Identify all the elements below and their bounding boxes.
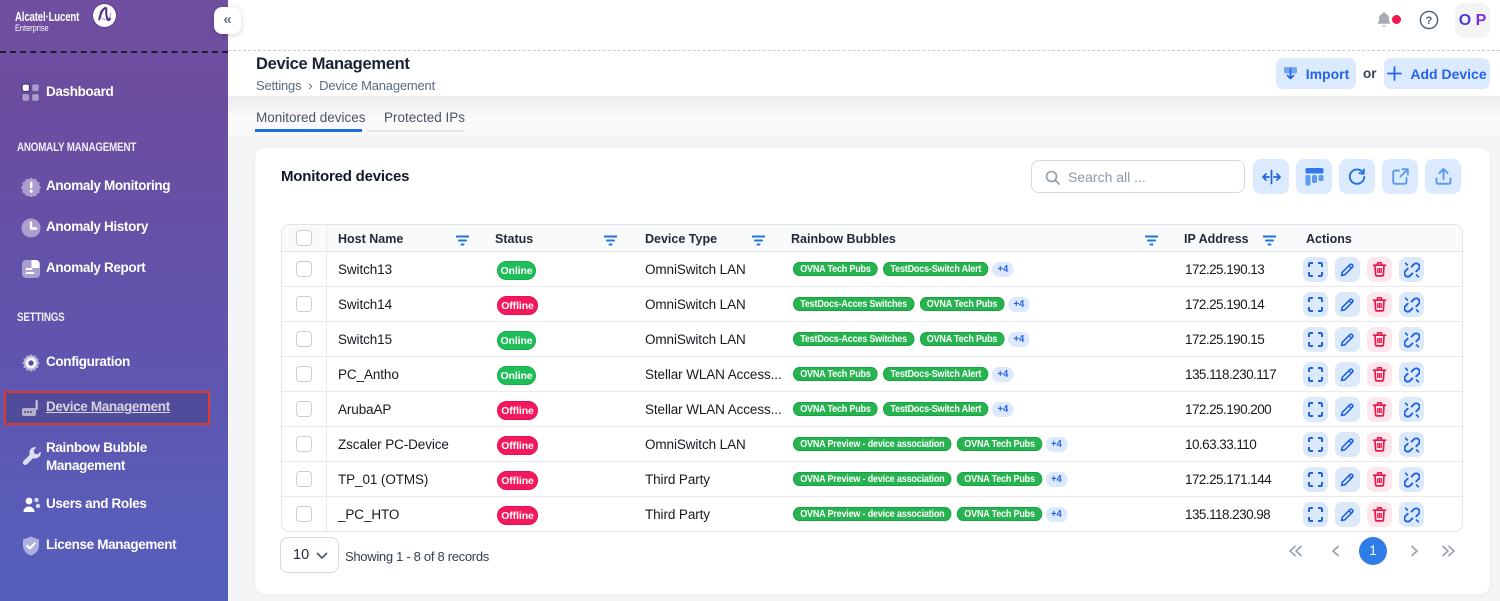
- svg-text:?: ?: [1426, 15, 1433, 27]
